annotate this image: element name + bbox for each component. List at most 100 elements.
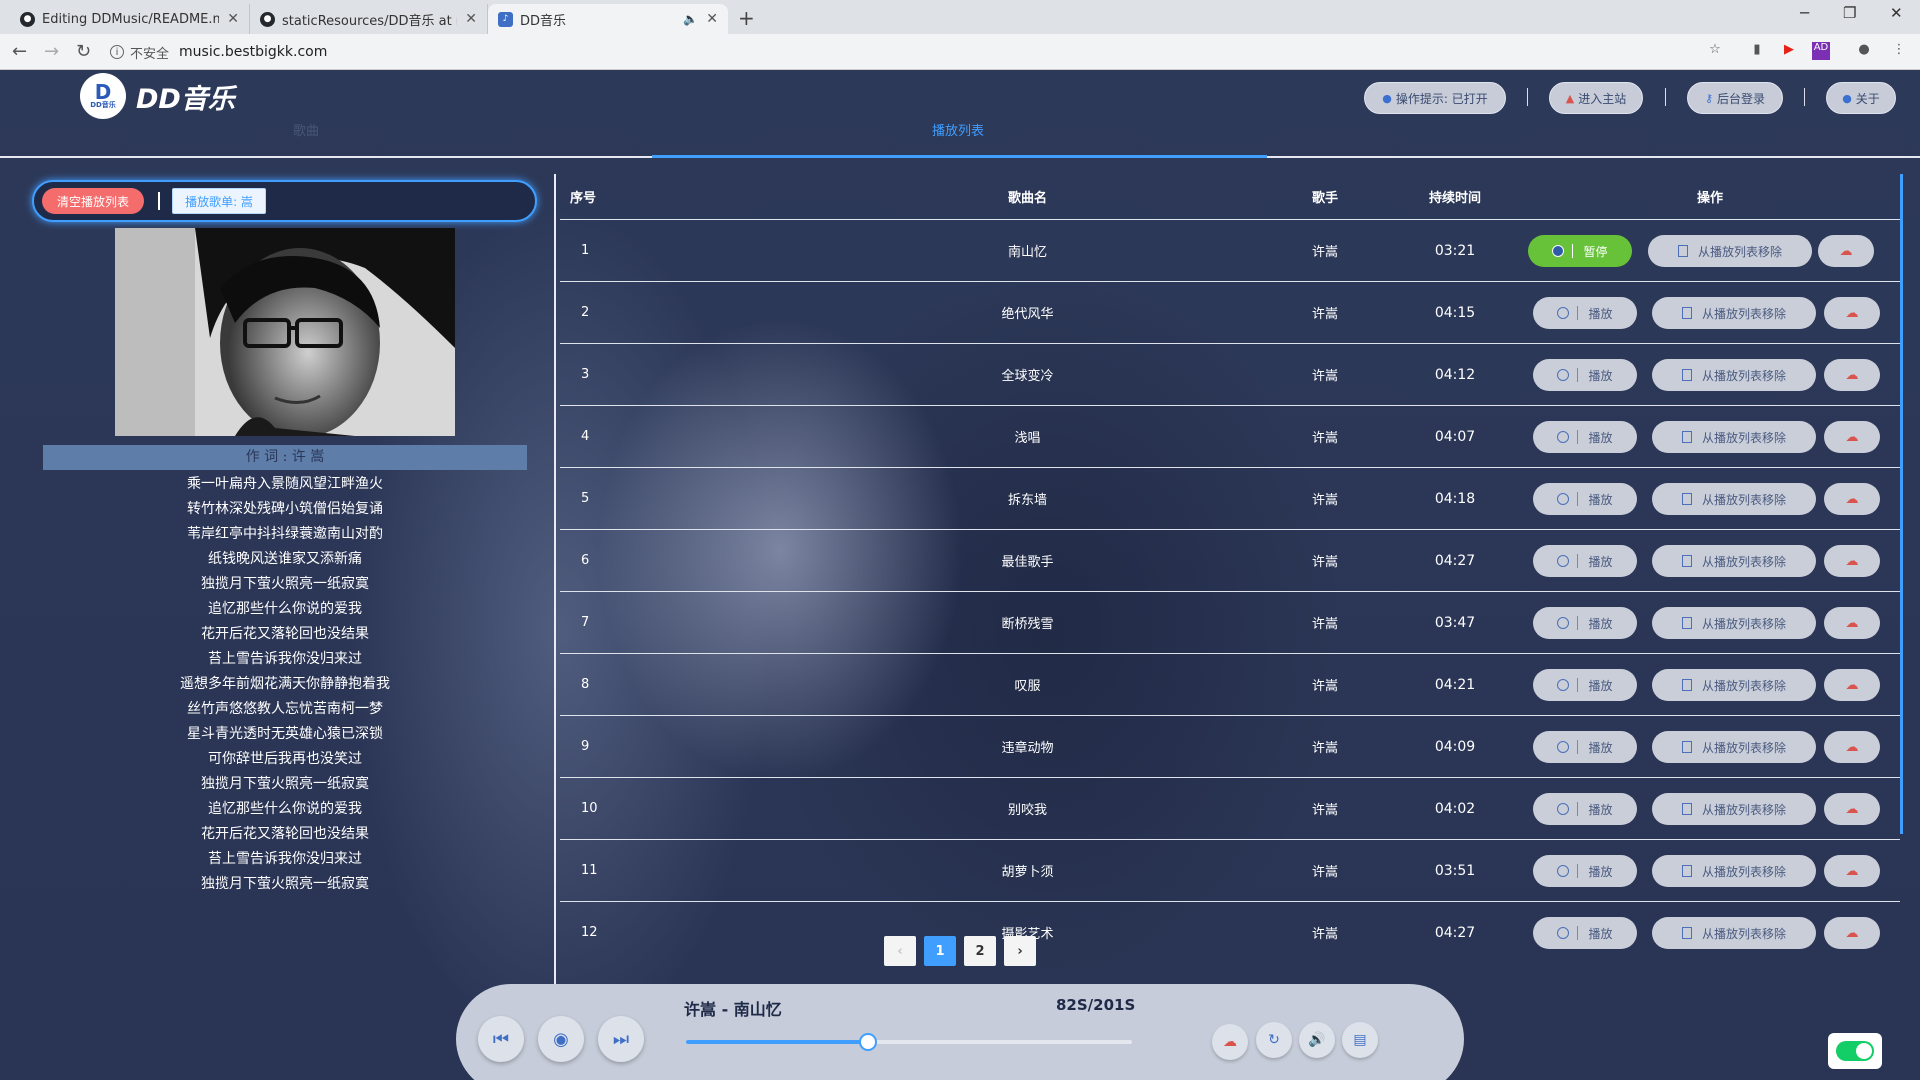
cloud-icon: ☁ <box>1845 553 1859 569</box>
bookmark-star-icon[interactable]: ☆ <box>1706 42 1724 60</box>
prev-page-button[interactable]: ‹ <box>884 936 916 966</box>
download-cloud-button[interactable]: ☁ <box>1824 421 1880 453</box>
progress-thumb[interactable] <box>858 1033 877 1051</box>
download-cloud-button[interactable]: ☁ <box>1824 359 1880 391</box>
adblock-extension-icon[interactable]: AD <box>1812 42 1830 60</box>
info-icon: ● <box>1842 91 1852 105</box>
close-icon[interactable]: ✕ <box>227 11 239 27</box>
remove-from-playlist-button[interactable]: 从播放列表移除 <box>1652 917 1816 949</box>
play-icon <box>1557 431 1570 443</box>
browser-tab[interactable]: ● Editing DDMusic/README.md at ✕ <box>10 4 250 34</box>
page-button-1[interactable]: 1 <box>924 936 956 966</box>
url-field[interactable]: i 不安全 music.bestbigkk.com <box>110 37 1710 67</box>
loop-mode-icon[interactable]: ↻ <box>1256 1022 1292 1058</box>
lyric-line: 纸钱晚风送谁家又添新痛 <box>208 551 362 567</box>
back-icon[interactable]: ← <box>12 41 27 62</box>
play-button[interactable]: 播放 <box>1533 731 1637 763</box>
download-cloud-button[interactable]: ☁ <box>1824 607 1880 639</box>
clear-playlist-button[interactable]: 清空播放列表 <box>42 188 144 214</box>
cloud-icon: ☁ <box>1845 367 1859 383</box>
remove-from-playlist-button[interactable]: 从播放列表移除 <box>1652 483 1816 515</box>
remove-from-playlist-button[interactable]: 从播放列表移除 <box>1652 359 1816 391</box>
remove-from-playlist-button[interactable]: 从播放列表移除 <box>1652 731 1816 763</box>
play-button[interactable]: 播放 <box>1533 297 1637 329</box>
tips-toggle-button[interactable]: ● 操作提示: 已打开 <box>1364 82 1506 114</box>
next-track-icon[interactable]: ⏭ <box>598 1016 644 1062</box>
remove-from-playlist-button[interactable]: 从播放列表移除 <box>1652 669 1816 701</box>
tab-playlist[interactable]: 播放列表 <box>932 120 984 139</box>
previous-track-icon[interactable]: ⏮ <box>478 1016 524 1062</box>
download-cloud-button[interactable]: ☁ <box>1824 731 1880 763</box>
cloud-icon: ☁ <box>1845 739 1859 755</box>
download-cloud-icon[interactable]: ☁ <box>1212 1024 1248 1060</box>
remove-from-playlist-button[interactable]: 从播放列表移除 <box>1652 855 1816 887</box>
play-icon <box>1557 741 1570 753</box>
minimize-icon[interactable]: ─ <box>1800 4 1809 22</box>
remove-from-playlist-button[interactable]: 从播放列表移除 <box>1652 607 1816 639</box>
playlist-select-button[interactable]: 播放歌单: 嵩 <box>172 188 266 214</box>
browser-tab[interactable]: ● staticResources/DD音乐 at maste ✕ <box>250 4 488 34</box>
window-close-icon[interactable]: ✕ <box>1890 4 1903 22</box>
tab-lyrics[interactable]: 歌曲 <box>293 120 319 139</box>
remove-label: 从播放列表移除 <box>1701 554 1786 569</box>
forward-icon[interactable]: → <box>44 41 59 62</box>
play-icon <box>1557 493 1570 505</box>
youtube-extension-icon[interactable]: ▶ <box>1780 42 1798 60</box>
next-page-button[interactable]: › <box>1004 936 1036 966</box>
admin-login-button[interactable]: ⚷ 后台登录 <box>1687 82 1783 114</box>
remove-from-playlist-button[interactable]: 从播放列表移除 <box>1648 235 1812 267</box>
remove-from-playlist-button[interactable]: 从播放列表移除 <box>1652 421 1816 453</box>
browser-tab-active[interactable]: ♪ DD音乐 🔈 ✕ <box>488 4 728 34</box>
home-icon: ▲ <box>1565 91 1575 105</box>
remove-label: 从播放列表移除 <box>1701 616 1786 631</box>
lyric-line: 乘一叶扁舟入景随风望江畔渔火 <box>187 476 383 492</box>
play-button[interactable]: 播放 <box>1533 607 1637 639</box>
pause-icon[interactable]: ◉ <box>538 1016 584 1062</box>
audio-playing-icon[interactable]: 🔈 <box>683 12 698 26</box>
download-cloud-button[interactable]: ☁ <box>1824 483 1880 515</box>
play-button[interactable]: 播放 <box>1533 359 1637 391</box>
download-cloud-button[interactable]: ☁ <box>1824 855 1880 887</box>
remove-icon <box>1681 865 1692 877</box>
volume-icon[interactable]: 🔊 <box>1299 1022 1335 1058</box>
menu-icon[interactable]: ⋮ <box>1890 42 1908 60</box>
play-button[interactable]: 播放 <box>1533 917 1637 949</box>
new-tab-button[interactable]: + <box>738 6 755 30</box>
download-cloud-button[interactable]: ☁ <box>1824 793 1880 825</box>
reload-icon[interactable]: ↻ <box>76 41 91 62</box>
about-button[interactable]: ● 关于 <box>1826 82 1896 114</box>
download-cloud-button[interactable]: ☁ <box>1824 297 1880 329</box>
play-button[interactable]: 播放 <box>1533 421 1637 453</box>
logo[interactable]: D DD音乐 DD音乐 <box>80 73 235 119</box>
song-name: 最佳歌手 <box>1001 555 1054 570</box>
lyrics-toggle-icon[interactable]: ▤ <box>1342 1022 1378 1058</box>
profile-icon[interactable]: ● <box>1855 42 1873 60</box>
play-button[interactable]: 播放 <box>1533 793 1637 825</box>
play-button[interactable]: 播放 <box>1533 545 1637 577</box>
remove-from-playlist-button[interactable]: 从播放列表移除 <box>1652 793 1816 825</box>
pause-button[interactable]: 暂停 <box>1528 235 1632 267</box>
download-cloud-button[interactable]: ☁ <box>1824 669 1880 701</box>
main-site-button[interactable]: ▲ 进入主站 <box>1549 82 1643 114</box>
download-cloud-button[interactable]: ☁ <box>1824 917 1880 949</box>
download-cloud-button[interactable]: ☁ <box>1818 235 1874 267</box>
remove-from-playlist-button[interactable]: 从播放列表移除 <box>1652 297 1816 329</box>
play-button[interactable]: 播放 <box>1533 483 1637 515</box>
progress-slider[interactable] <box>686 1033 1132 1051</box>
page-button-2[interactable]: 2 <box>964 936 996 966</box>
background-toggle[interactable] <box>1828 1033 1882 1069</box>
close-icon[interactable]: ✕ <box>706 11 718 27</box>
play-button[interactable]: 播放 <box>1533 855 1637 887</box>
table-row: 10 别咬我 许嵩 04:02 播放 从播放列表移除 ☁ <box>560 777 1900 839</box>
download-cloud-button[interactable]: ☁ <box>1824 545 1880 577</box>
table-scrollbar[interactable] <box>1900 174 1903 834</box>
info-icon[interactable]: i <box>110 45 124 59</box>
play-button[interactable]: 播放 <box>1533 669 1637 701</box>
maximize-icon[interactable]: ❐ <box>1843 4 1856 22</box>
table-row: 12 摄影艺术 许嵩 04:27 播放 从播放列表移除 ☁ <box>560 901 1900 963</box>
remove-from-playlist-button[interactable]: 从播放列表移除 <box>1652 545 1816 577</box>
song-duration: 04:09 <box>1434 738 1476 755</box>
divider <box>1577 616 1579 630</box>
close-icon[interactable]: ✕ <box>465 11 477 27</box>
bookmark-icon[interactable]: ▮ <box>1748 42 1766 60</box>
